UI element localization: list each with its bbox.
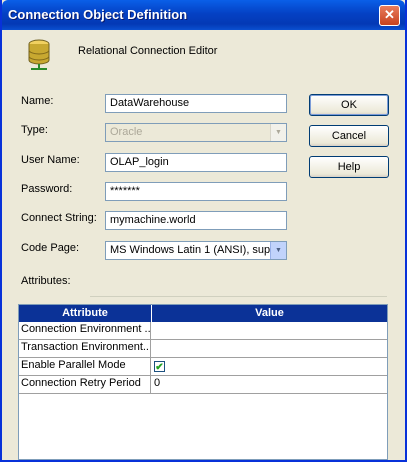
help-button[interactable]: Help (309, 156, 389, 178)
dialog-content: Relational Connection Editor Name: DataW… (2, 30, 405, 460)
cancel-button[interactable]: Cancel (309, 125, 389, 147)
password-field[interactable]: ******* (105, 182, 287, 201)
table-row[interactable]: Enable Parallel Mode ✔ (19, 358, 387, 376)
chevron-down-icon: ▼ (270, 124, 286, 141)
code-page-select[interactable]: MS Windows Latin 1 (ANSI), supe ▼ (105, 241, 287, 260)
name-value: DataWarehouse (110, 97, 190, 109)
value-cell[interactable] (152, 340, 387, 357)
password-value: ******* (110, 185, 140, 197)
chevron-down-icon[interactable]: ▼ (270, 242, 286, 259)
title-bar[interactable]: Connection Object Definition ✕ (2, 0, 405, 30)
name-field[interactable]: DataWarehouse (105, 94, 287, 113)
value-cell[interactable]: 0 (152, 376, 387, 393)
grid-header: Attribute Value (19, 305, 387, 322)
attribute-cell[interactable]: Connection Retry Period (19, 376, 151, 393)
dialog-window: Connection Object Definition ✕ Relationa… (0, 0, 407, 462)
attribute-cell[interactable]: Enable Parallel Mode (19, 358, 151, 375)
close-button[interactable]: ✕ (379, 5, 400, 26)
table-row[interactable]: Connection Environment ... (19, 322, 387, 340)
code-page-label: Code Page: (21, 242, 80, 254)
value-cell[interactable]: ✔ (152, 358, 387, 375)
type-label: Type: (21, 124, 48, 136)
table-row[interactable]: Connection Retry Period 0 (19, 376, 387, 394)
name-label: Name: (21, 95, 54, 107)
editor-heading: Relational Connection Editor (78, 45, 218, 57)
user-name-value: OLAP_login (110, 156, 169, 168)
attributes-grid[interactable]: Attribute Value Connection Environment .… (18, 304, 388, 460)
ok-button[interactable]: OK (309, 94, 389, 116)
table-row[interactable]: Transaction Environment... (19, 340, 387, 358)
attribute-cell[interactable]: Connection Environment ... (19, 322, 151, 339)
password-label: Password: (21, 183, 73, 195)
parallel-mode-checkbox[interactable]: ✔ (154, 361, 165, 373)
column-header-attribute[interactable]: Attribute (19, 305, 151, 322)
code-page-value: MS Windows Latin 1 (ANSI), supe (110, 244, 277, 256)
user-name-label: User Name: (21, 154, 80, 166)
database-icon (28, 39, 50, 70)
type-select: Oracle ▼ (105, 123, 287, 142)
type-value: Oracle (110, 126, 143, 138)
column-header-value[interactable]: Value (152, 305, 387, 322)
user-name-field[interactable]: OLAP_login (105, 153, 287, 172)
connect-string-value: mymachine.world (110, 214, 196, 226)
window-title: Connection Object Definition (8, 7, 188, 22)
value-cell[interactable] (152, 322, 387, 339)
connect-string-field[interactable]: mymachine.world (105, 211, 287, 230)
attribute-cell[interactable]: Transaction Environment... (19, 340, 151, 357)
connect-string-label: Connect String: (21, 212, 97, 224)
attributes-label: Attributes: (21, 275, 71, 287)
divider (90, 296, 387, 297)
close-icon: ✕ (384, 7, 395, 22)
